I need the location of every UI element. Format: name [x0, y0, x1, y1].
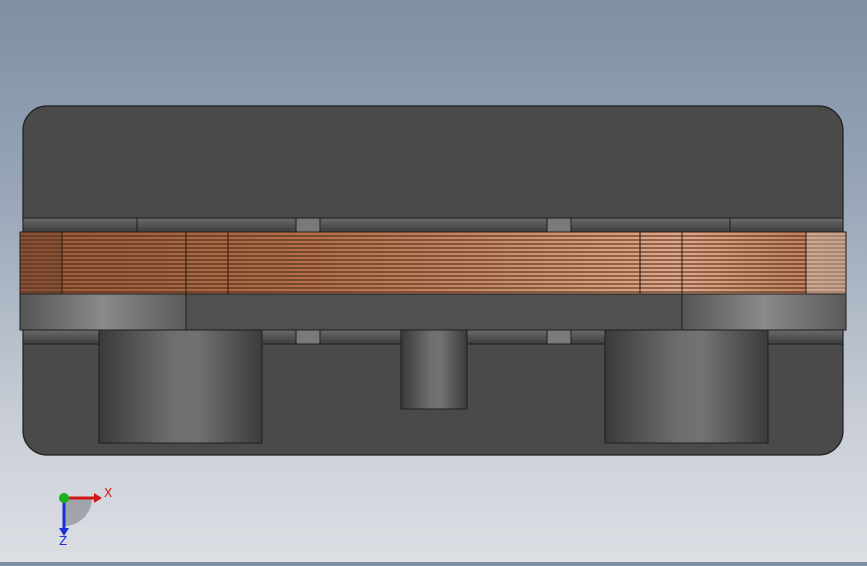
model-view[interactable]: X Z: [0, 0, 867, 562]
x-axis-arrow: [94, 493, 102, 503]
reference-triad: X Z: [59, 486, 112, 548]
z-axis-label: Z: [59, 534, 67, 548]
lower-band: [19, 293, 847, 331]
coil-winding[interactable]: [19, 231, 847, 295]
center-pin[interactable]: [400, 329, 468, 410]
left-pin[interactable]: [98, 329, 263, 444]
triad-shadow: [64, 498, 92, 526]
graphics-viewport[interactable]: X Z: [0, 0, 867, 562]
right-pin[interactable]: [604, 329, 769, 444]
y-axis-dot: [59, 493, 69, 503]
x-axis-label: X: [104, 486, 112, 500]
upper-flange: [22, 217, 844, 233]
